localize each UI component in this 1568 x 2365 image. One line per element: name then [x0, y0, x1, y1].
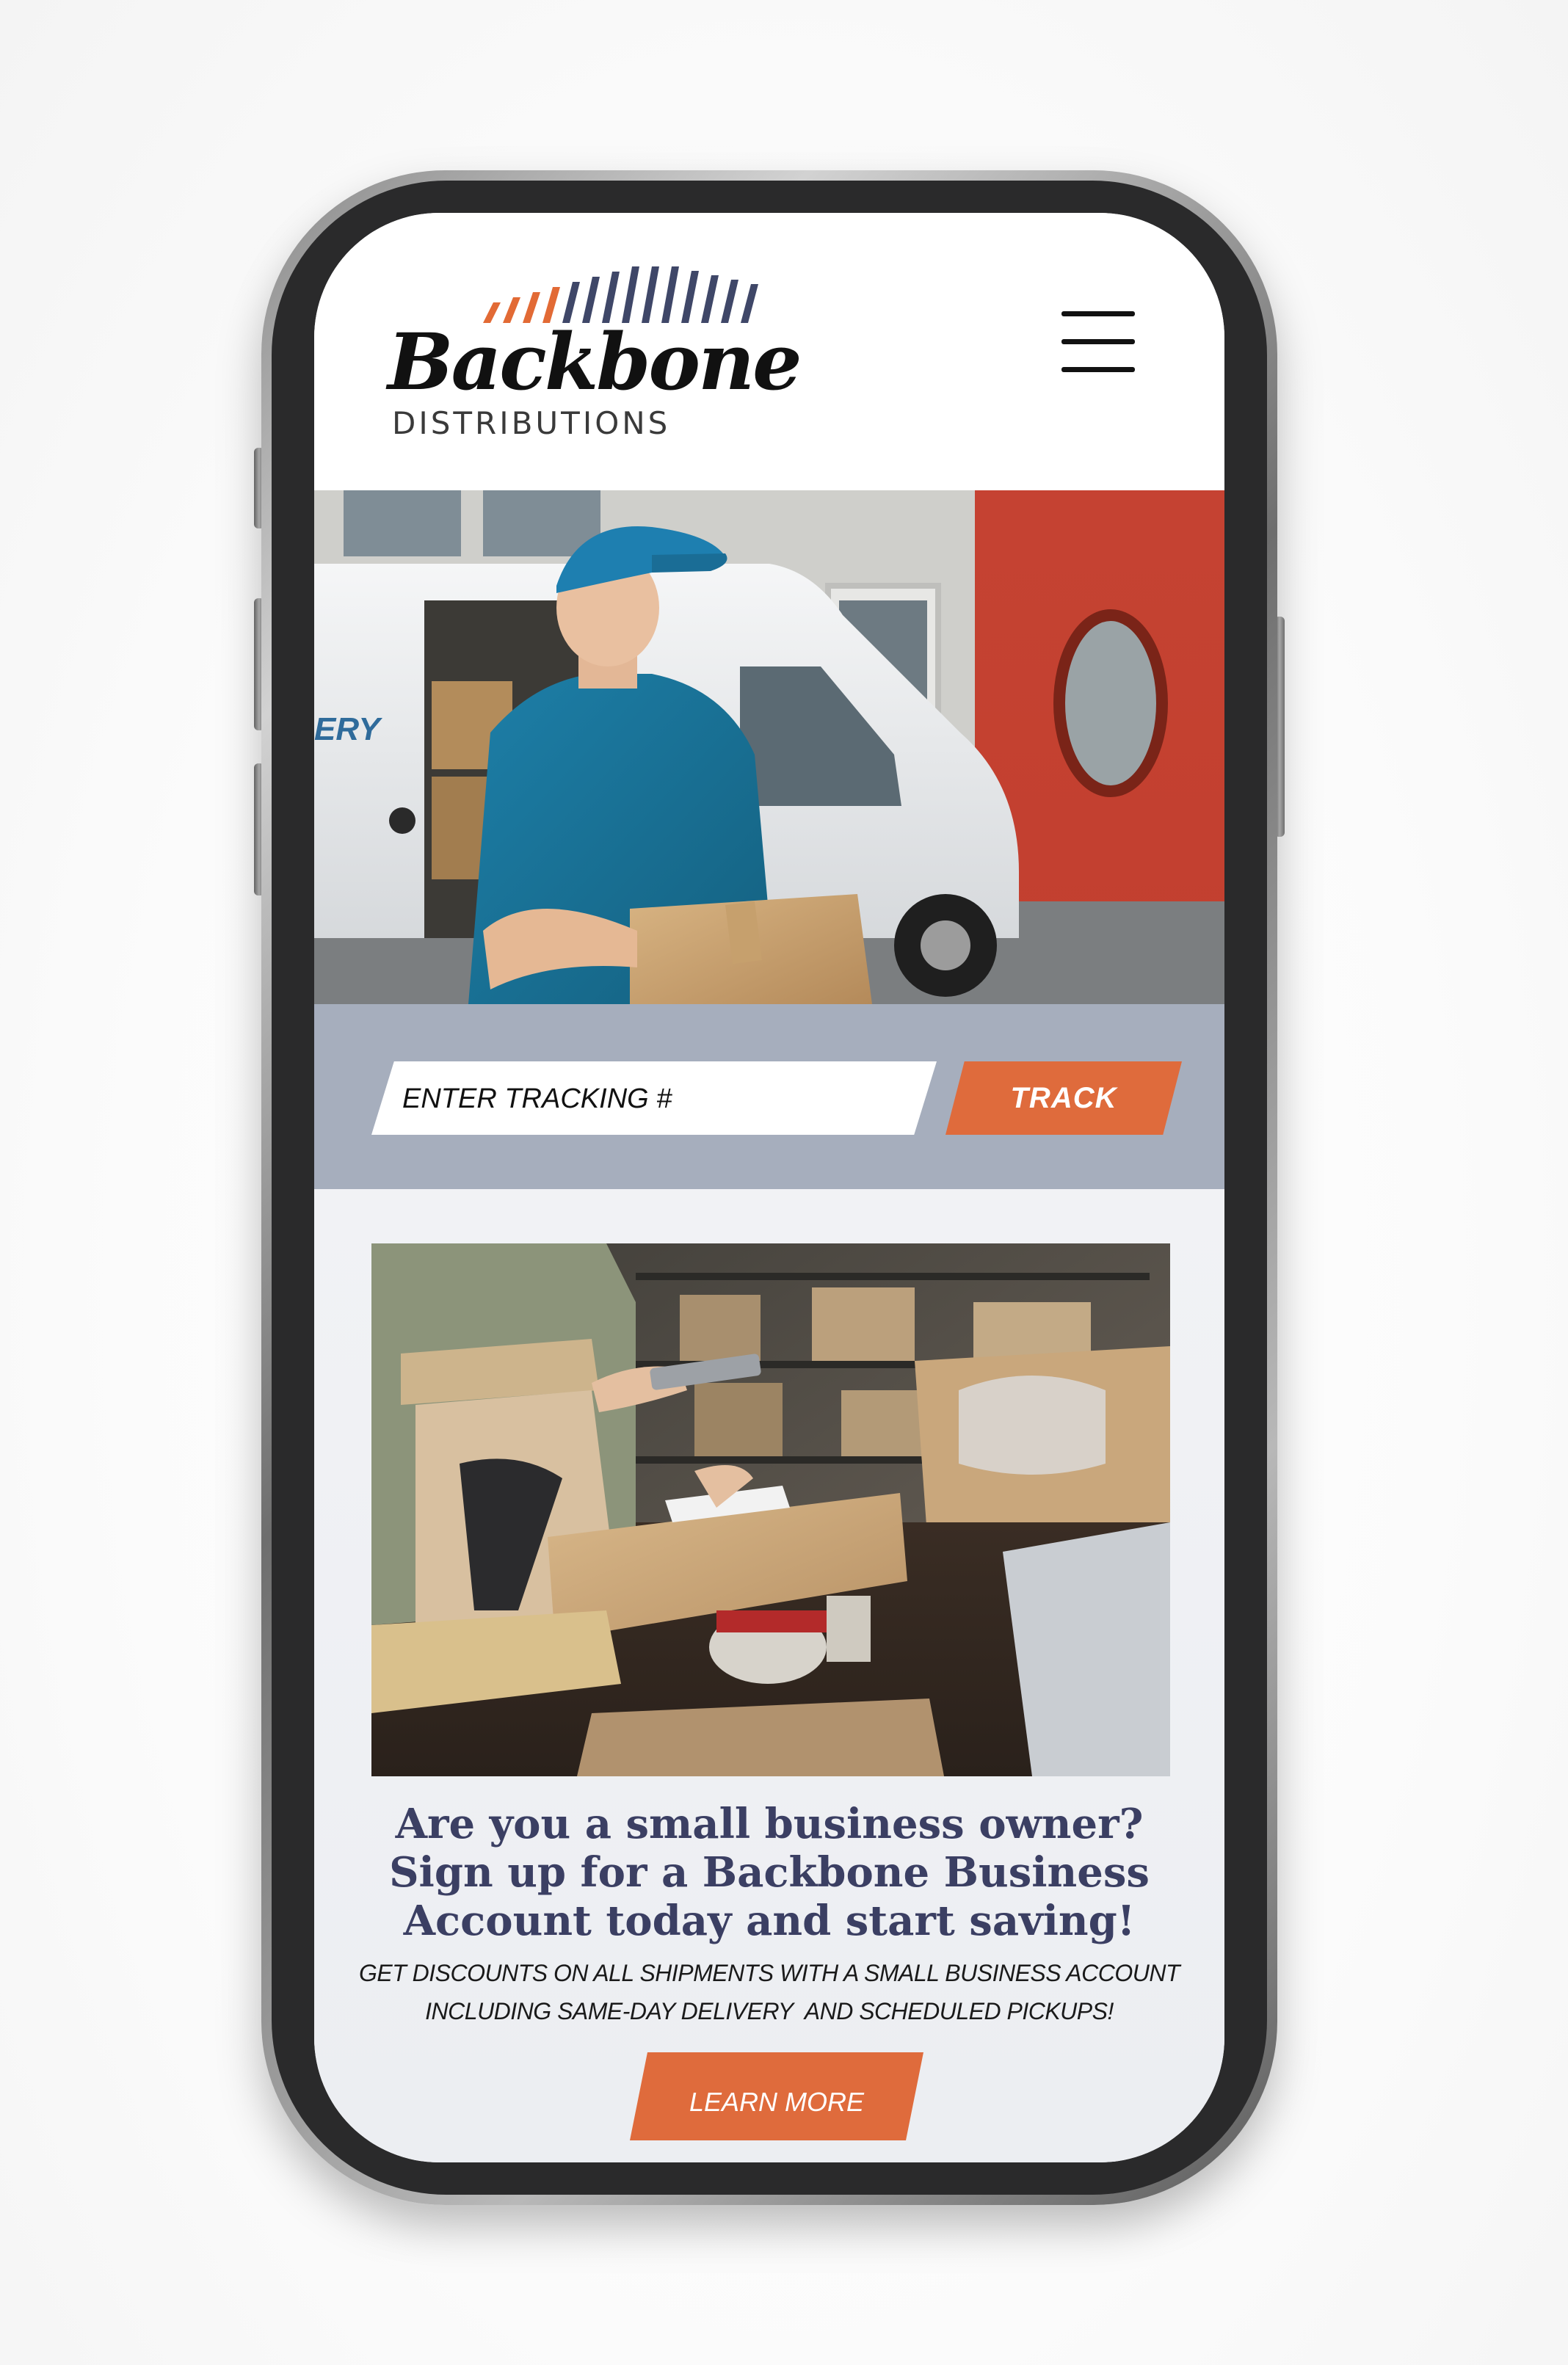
learn-more-button[interactable]: LEARN MORE: [630, 2052, 923, 2140]
menu-line: [1061, 367, 1135, 372]
promo-section: Are you a small business owner? Sign up …: [314, 1189, 1224, 2162]
tracking-input-box: [371, 1061, 937, 1135]
headline-line: Account today and start saving!: [403, 1897, 1136, 1945]
hero-image: ERY: [314, 490, 1224, 1004]
promo-headline: Are you a small business owner? Sign up …: [344, 1800, 1195, 1945]
headline-line: Are you a small business owner?: [395, 1800, 1144, 1848]
menu-line: [1061, 311, 1135, 316]
hamburger-menu-icon[interactable]: [1061, 311, 1138, 373]
logo-subtitle: DISTRIBUTIONS: [392, 405, 671, 441]
tracking-section: TRACK: [314, 1004, 1224, 1189]
logo-wordmark: Backbone: [388, 316, 802, 407]
body-line: INCLUDING SAME-DAY DELIVERY AND SCHEDULE…: [425, 1998, 1114, 2024]
tracking-number-input[interactable]: [401, 1061, 918, 1135]
phone-screen: Backbone DISTRIBUTIONS ERY ENTER TRACKIN…: [314, 213, 1224, 2162]
logo-bar: [622, 266, 639, 323]
track-button[interactable]: TRACK: [945, 1061, 1182, 1135]
promo-image: [371, 1243, 1170, 1776]
site-header: Backbone DISTRIBUTIONS: [314, 213, 1224, 490]
promo-body: GET DISCOUNTS ON ALL SHIPMENTS WITH A SM…: [344, 1954, 1195, 2030]
brand-logo[interactable]: Backbone DISTRIBUTIONS: [388, 257, 802, 448]
body-line: GET DISCOUNTS ON ALL SHIPMENTS WITH A SM…: [358, 1960, 1180, 1986]
mockup-stage: Backbone DISTRIBUTIONS ERY ENTER TRACKIN…: [0, 0, 1568, 2365]
svg-text:ERY: ERY: [314, 711, 382, 747]
delivery-man-photo: ERY: [314, 490, 1224, 1004]
logo-bar: [661, 266, 679, 323]
headline-line: Sign up for a Backbone Business: [389, 1848, 1150, 1897]
menu-line: [1061, 339, 1135, 344]
logo-bar: [642, 266, 659, 323]
warehouse-packing-photo: [371, 1243, 1170, 1776]
